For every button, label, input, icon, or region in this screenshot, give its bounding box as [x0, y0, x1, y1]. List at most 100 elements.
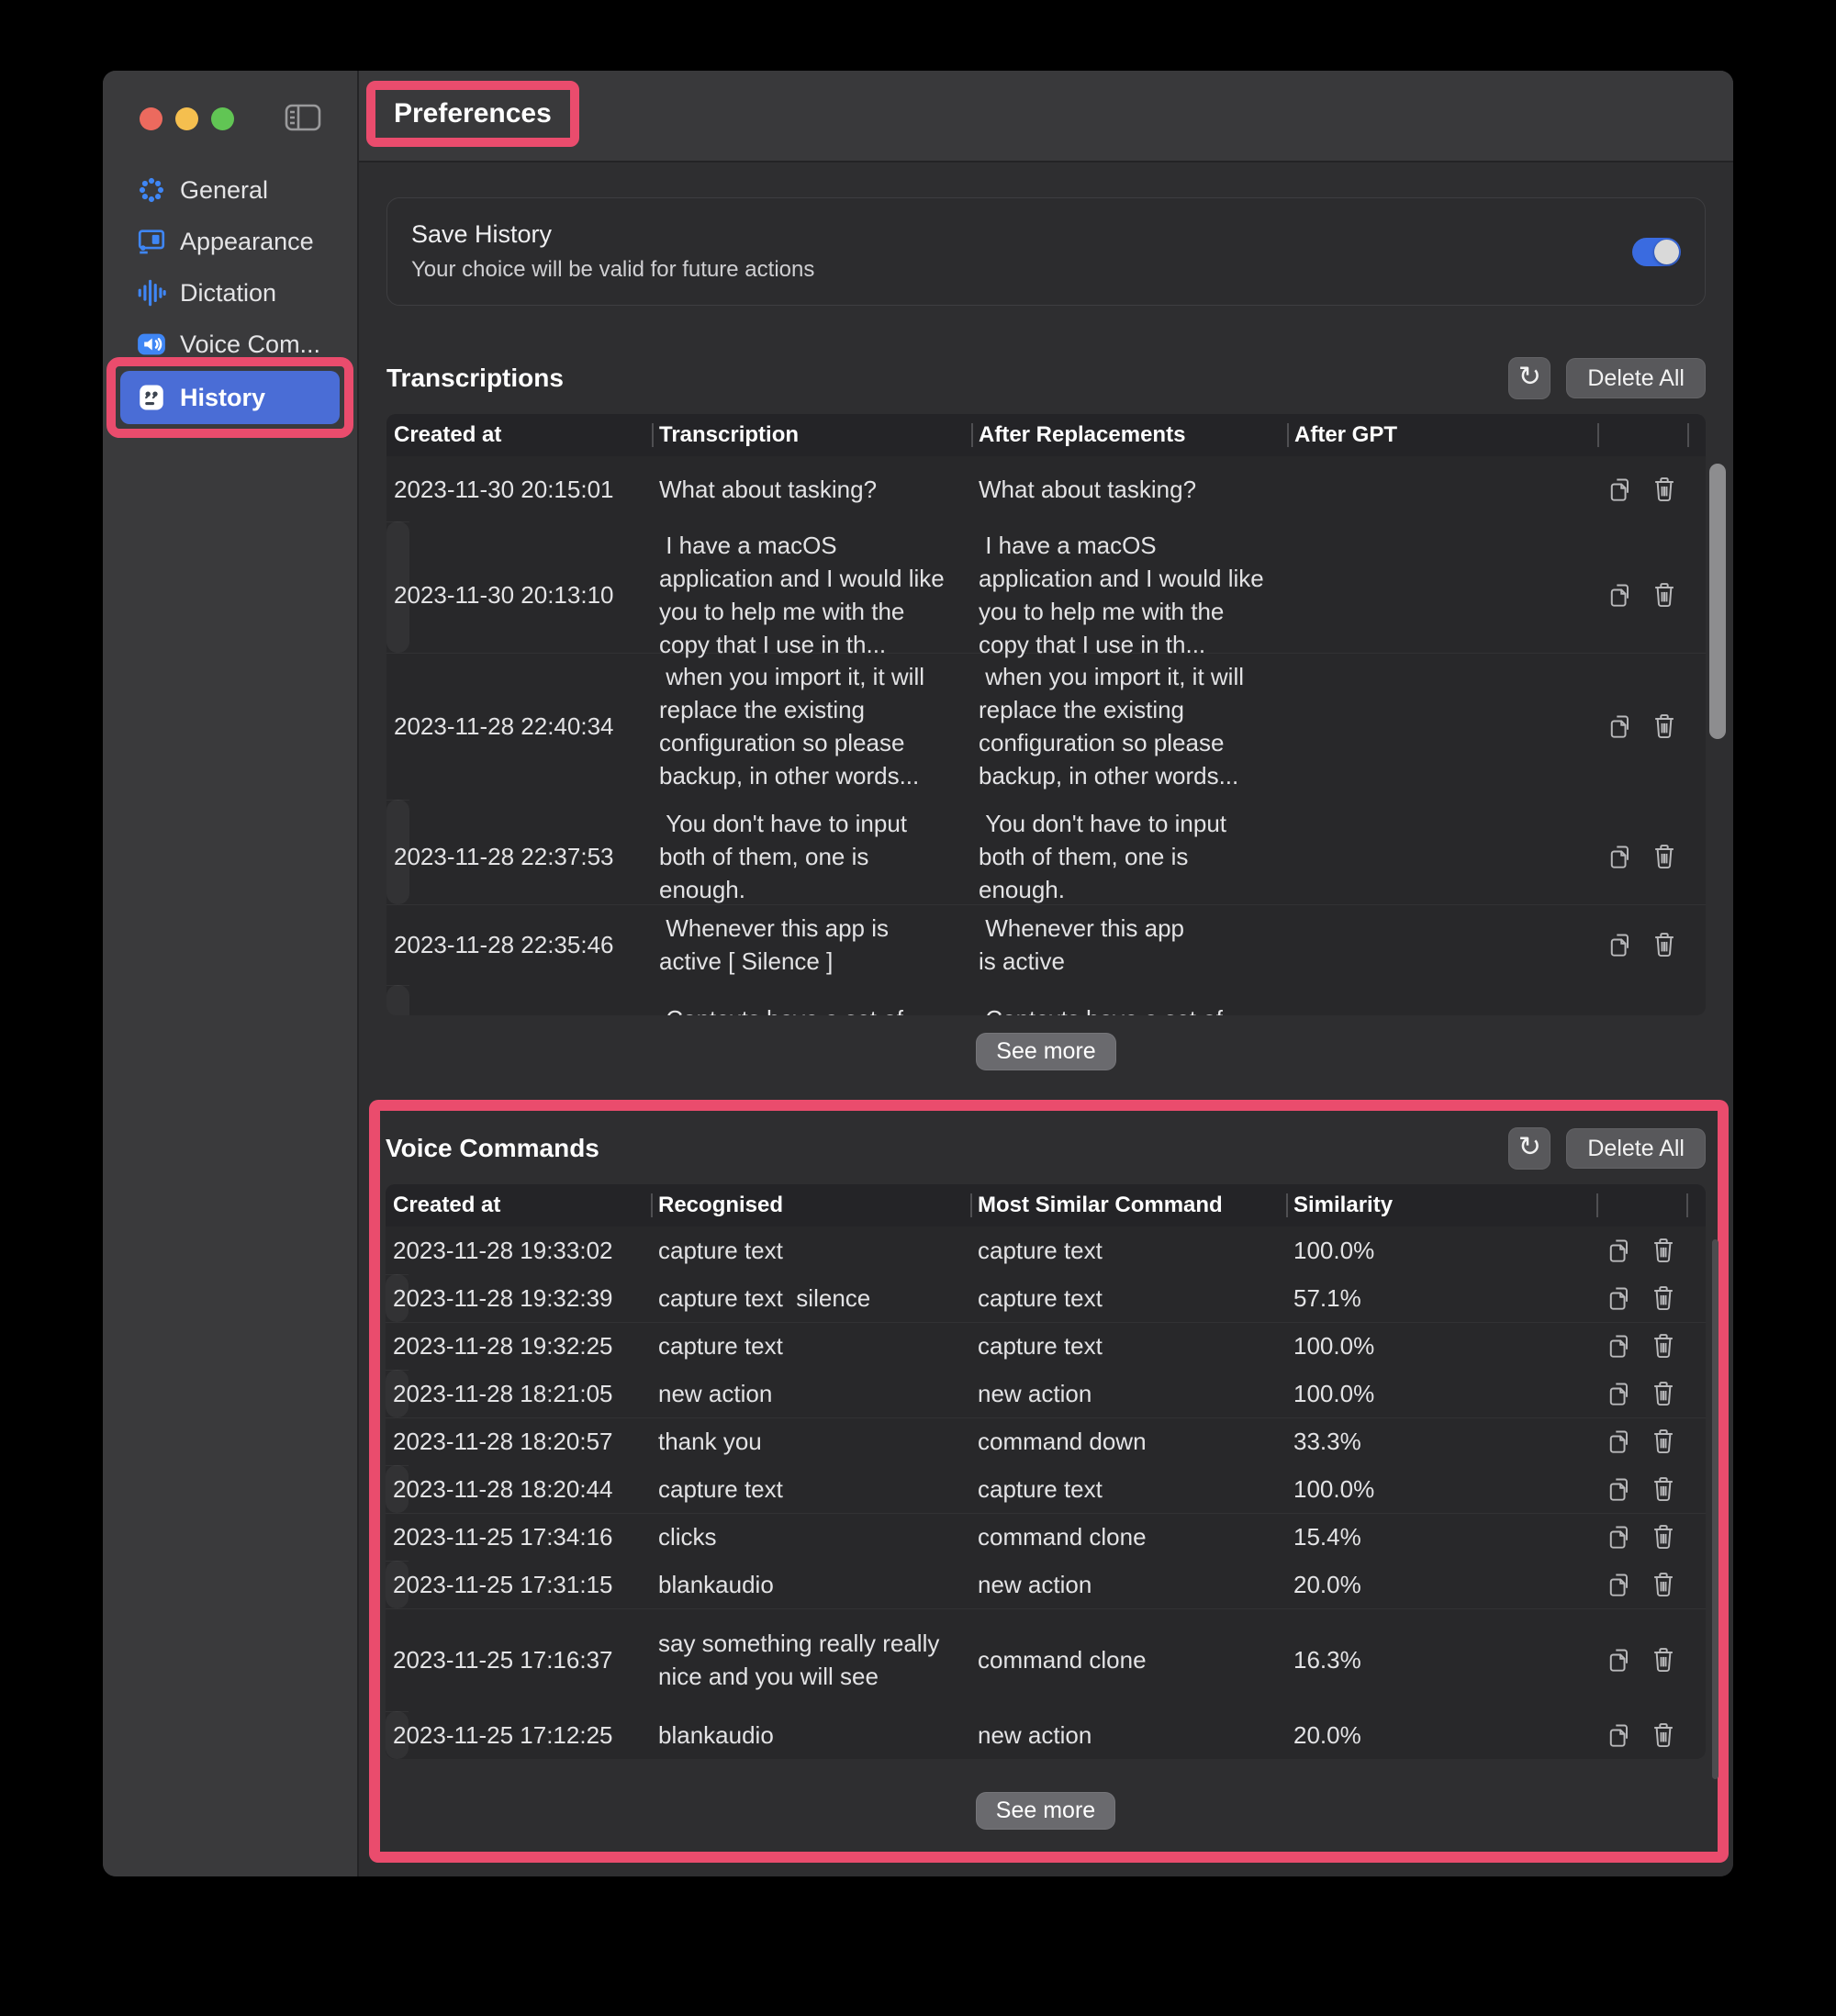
after-replacements-cell: Contexts have a set of commands and each [971, 995, 1287, 1015]
column-header: After Replacements [971, 414, 1287, 456]
copy-icon[interactable] [1606, 1427, 1633, 1456]
recognised-cell: say something really really nice and you… [651, 1619, 970, 1700]
similarity-cell: 33.3% [1286, 1417, 1596, 1465]
page-title: Preferences [394, 95, 552, 132]
similarity-cell: 100.0% [1286, 1370, 1596, 1417]
column-header: Created at [386, 414, 652, 456]
trash-icon[interactable] [1650, 1283, 1677, 1313]
copy-icon[interactable] [1606, 1236, 1633, 1265]
similarity-cell: 16.3% [1286, 1636, 1596, 1684]
created-at-cell: 2023-11-30 20:15:01 [386, 465, 652, 513]
trash-icon[interactable] [1650, 1427, 1677, 1456]
copy-icon[interactable] [1606, 711, 1634, 741]
created-at-cell: 2023-11-28 22:37:53 [386, 833, 652, 880]
created-at-cell: 2023-11-28 18:20:57 [386, 1417, 651, 1465]
transcriptions-table-header: Created at Transcription After Replaceme… [386, 414, 1706, 456]
column-header-actions [1596, 1184, 1686, 1226]
table-row: 2023-11-25 17:31:15 blankaudio new actio… [386, 1561, 409, 1608]
toggle-knob [1654, 240, 1679, 264]
after-gpt-cell [1287, 937, 1597, 952]
refresh-icon[interactable]: ↻ [1508, 357, 1551, 399]
minimize-window-button[interactable] [175, 107, 198, 130]
created-at-cell: 2023-11-28 22:40:34 [386, 702, 652, 750]
sidebar: General Appearance [103, 71, 359, 1876]
sidebar-item-label: Appearance [180, 228, 314, 256]
copy-icon[interactable] [1606, 580, 1634, 610]
created-at-cell: 2023-11-28 22:35:46 [386, 921, 652, 969]
zoom-window-button[interactable] [211, 107, 234, 130]
content-pane: Preferences Save History Your choice wil… [359, 71, 1733, 1876]
created-at-cell: 2023-11-25 17:16:37 [386, 1636, 651, 1684]
sidebar-item-label: Dictation [180, 279, 276, 308]
sidebar-toggle-icon[interactable] [285, 104, 321, 131]
copy-icon[interactable] [1606, 842, 1634, 871]
most-similar-cell: new action [970, 1561, 1286, 1608]
sidebar-item-dictation[interactable]: Dictation [103, 267, 357, 319]
trash-icon[interactable] [1651, 475, 1678, 504]
trash-icon[interactable] [1651, 580, 1678, 610]
table-row: 2023-11-30 20:13:10 I have a macOS appli… [386, 521, 409, 653]
save-history-toggle[interactable] [1632, 238, 1681, 266]
copy-icon[interactable] [1606, 930, 1634, 959]
copy-icon[interactable] [1606, 1645, 1633, 1674]
see-more-button[interactable]: See more [976, 1792, 1115, 1830]
table-row: 2023-11-28 18:20:57 thank you command do… [386, 1417, 1706, 1465]
transcriptions-scrollbar[interactable] [1709, 464, 1726, 739]
created-at-cell: 2023-11-28 19:32:25 [386, 1322, 651, 1370]
voice-commands-title: Voice Commands [386, 1134, 1508, 1163]
sidebar-nav: General Appearance [103, 164, 357, 438]
sidebar-item-general[interactable]: General [103, 164, 357, 216]
delete-all-button[interactable]: Delete All [1566, 1128, 1706, 1169]
see-more-button[interactable]: See more [976, 1033, 1115, 1070]
trash-icon[interactable] [1651, 711, 1678, 741]
sidebar-item-history[interactable]: History [120, 371, 340, 424]
trash-icon[interactable] [1650, 1645, 1677, 1674]
settings-body: Save History Your choice will be valid f… [359, 162, 1733, 1876]
table-row: 2023-11-30 20:15:01 What about tasking? … [386, 456, 1706, 521]
copy-icon[interactable] [1606, 1522, 1633, 1551]
similarity-cell: 100.0% [1286, 1226, 1596, 1274]
transcriptions-header: Transcriptions ↻ Delete All [386, 357, 1706, 399]
table-row: 2023-11-25 17:16:37 say something really… [386, 1608, 1706, 1711]
recognised-cell: blankaudio [651, 1711, 970, 1759]
refresh-icon[interactable]: ↻ [1508, 1127, 1551, 1170]
similarity-cell: 100.0% [1286, 1465, 1596, 1513]
transcriptions-table: 2023-11-30 20:15:01 What about tasking? … [386, 456, 1706, 1015]
copy-icon[interactable] [1606, 475, 1634, 504]
trash-icon[interactable] [1650, 1236, 1677, 1265]
transcription-cell: You don't have to input both of them, on… [652, 800, 971, 913]
copy-icon[interactable] [1606, 1474, 1633, 1504]
trash-icon[interactable] [1650, 1522, 1677, 1551]
copy-icon[interactable] [1606, 1570, 1633, 1599]
sidebar-item-appearance[interactable]: Appearance [103, 216, 357, 267]
trash-icon[interactable] [1650, 1331, 1677, 1361]
table-row: 2023-11-28 19:32:39 capture text silence… [386, 1274, 409, 1322]
trash-icon[interactable] [1651, 930, 1678, 959]
similarity-cell: 20.0% [1286, 1561, 1596, 1608]
column-header: Most Similar Command [970, 1184, 1286, 1226]
table-row: 2023-11-25 17:12:25 blankaudio new actio… [386, 1711, 409, 1759]
trash-icon[interactable] [1650, 1379, 1677, 1408]
recognised-cell: capture text silence [651, 1274, 970, 1322]
trash-icon[interactable] [1650, 1474, 1677, 1504]
trash-icon[interactable] [1650, 1570, 1677, 1599]
delete-all-button[interactable]: Delete All [1566, 358, 1706, 398]
most-similar-cell: capture text [970, 1274, 1286, 1322]
copy-icon[interactable] [1606, 1720, 1633, 1750]
annotation-box-history: History [106, 357, 353, 438]
trash-icon[interactable] [1650, 1720, 1677, 1750]
copy-icon[interactable] [1606, 1379, 1633, 1408]
most-similar-cell: new action [970, 1370, 1286, 1417]
close-window-button[interactable] [140, 107, 162, 130]
transcription-cell: Whenever this app is active [ Silence ] [652, 904, 971, 985]
copy-icon[interactable] [1606, 1283, 1633, 1313]
created-at-cell: 2023-11-25 17:12:25 [386, 1711, 651, 1759]
transcription-cell: I have a macOS application and I would l… [652, 521, 971, 668]
save-history-card: Save History Your choice will be valid f… [386, 197, 1706, 306]
recognised-cell: capture text [651, 1322, 970, 1370]
similarity-cell: 20.0% [1286, 1711, 1596, 1759]
voice-commands-scrollbar[interactable] [1712, 1239, 1718, 1779]
column-header: Similarity [1286, 1184, 1596, 1226]
copy-icon[interactable] [1606, 1331, 1633, 1361]
trash-icon[interactable] [1651, 842, 1678, 871]
